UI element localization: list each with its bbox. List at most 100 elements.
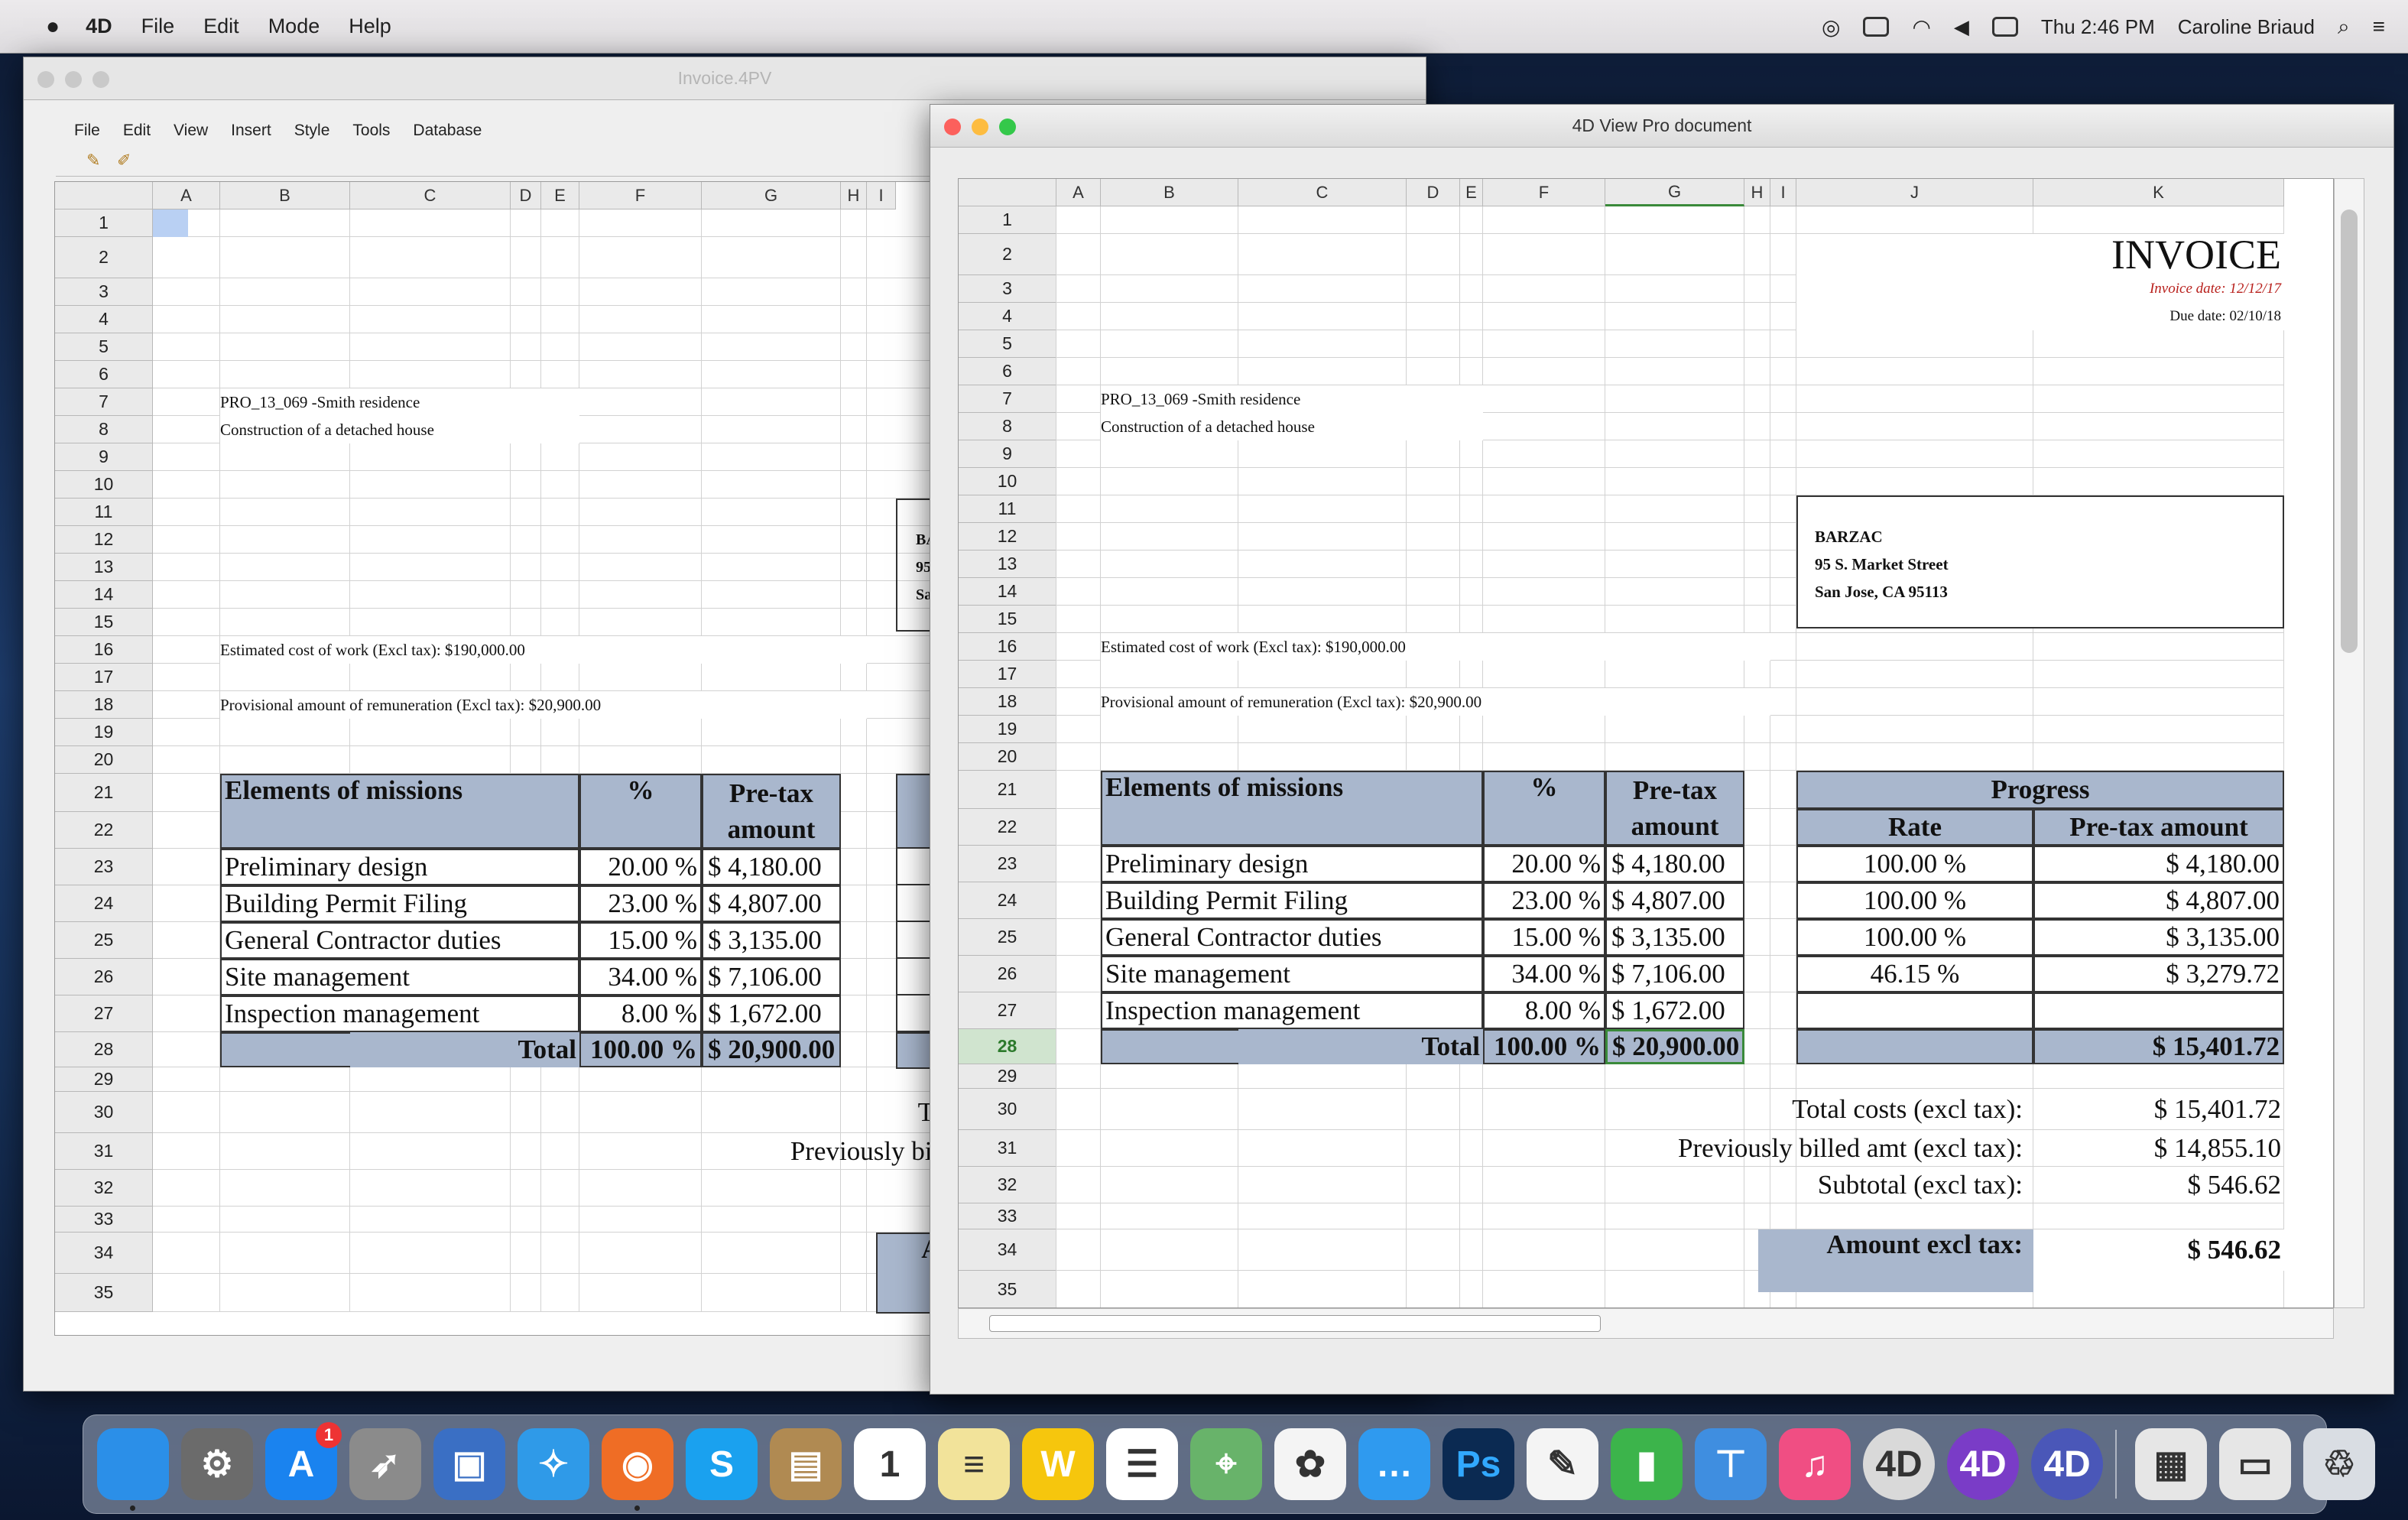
zoom-button[interactable] <box>92 71 109 88</box>
row-header-15[interactable]: 15 <box>959 606 1056 633</box>
row-header-26[interactable]: 26 <box>55 959 153 995</box>
row-header-1[interactable]: 1 <box>959 206 1056 234</box>
column-header-i[interactable]: I <box>1770 179 1796 206</box>
row-header-19[interactable]: 19 <box>959 716 1056 743</box>
row-header-18[interactable]: 18 <box>55 691 153 719</box>
row-header-35[interactable]: 35 <box>959 1271 1056 1307</box>
notification-center-icon[interactable]: ≡ <box>2373 15 2385 39</box>
column-header-e[interactable]: E <box>1460 179 1483 206</box>
row-header-12[interactable]: 12 <box>959 523 1056 551</box>
column-header-h[interactable]: H <box>841 182 867 209</box>
row-header-22[interactable]: 22 <box>959 809 1056 846</box>
trash-icon[interactable]: ♲ <box>2303 1428 2375 1500</box>
messages-icon[interactable]: … <box>1358 1428 1430 1500</box>
column-header-i[interactable]: I <box>867 182 896 209</box>
row-header-10[interactable]: 10 <box>55 471 153 499</box>
row-header-14[interactable]: 14 <box>959 578 1056 606</box>
back-spreadsheet-grid[interactable]: A B C D E F G H I 1 2 3 4 5 6 7 8 9 10 11 12 13 14 15 16 17 18 19 20… <box>54 181 964 1336</box>
row-header-33[interactable]: 33 <box>55 1207 153 1233</box>
downloads-folder-icon[interactable]: ▭ <box>2219 1428 2291 1500</box>
menu-file[interactable]: File <box>141 15 175 38</box>
volume-icon[interactable]: ◀ <box>1954 15 1969 39</box>
creative-cloud-icon[interactable]: ◎ <box>1822 15 1840 40</box>
zoom-button[interactable] <box>999 119 1016 135</box>
row-header-11[interactable]: 11 <box>55 499 153 526</box>
contacts-icon[interactable]: ▤ <box>770 1428 842 1500</box>
app-store-icon[interactable]: A1 <box>265 1422 342 1500</box>
row-header-19[interactable]: 19 <box>55 719 153 746</box>
4d-icon[interactable]: 4D <box>1947 1428 2019 1500</box>
row-header-34[interactable]: 34 <box>55 1233 153 1274</box>
column-header-d[interactable]: D <box>1407 179 1460 206</box>
column-header-k[interactable]: K <box>2033 179 2284 206</box>
row-header-16[interactable]: 16 <box>55 636 153 664</box>
brush-icon[interactable]: ✐ <box>117 151 131 171</box>
column-header-d[interactable]: D <box>511 182 541 209</box>
row-header-26[interactable]: 26 <box>959 956 1056 992</box>
front-window-titlebar[interactable]: 4D View Pro document <box>930 105 2393 148</box>
row-header-7[interactable]: 7 <box>959 385 1056 413</box>
column-header-f[interactable]: F <box>1483 179 1605 206</box>
format-painter-icon[interactable]: ✎ <box>86 151 100 171</box>
row-header-6[interactable]: 6 <box>55 361 153 388</box>
row-header-30[interactable]: 30 <box>959 1089 1056 1130</box>
spotlight-icon[interactable]: ⌕ <box>2338 15 2350 40</box>
row-header-4[interactable]: 4 <box>959 303 1056 330</box>
back-menu-database[interactable]: Database <box>413 122 482 140</box>
row-header-7[interactable]: 7 <box>55 388 153 416</box>
4d-write-icon[interactable]: W <box>1022 1428 1094 1500</box>
column-header-a[interactable]: A <box>1056 179 1101 206</box>
minimize-button[interactable] <box>972 119 988 135</box>
row-header-24[interactable]: 24 <box>55 885 153 922</box>
battery-icon[interactable] <box>1991 17 2018 37</box>
itunes-icon[interactable]: ♫ <box>1779 1428 1851 1500</box>
menu-help[interactable]: Help <box>349 15 391 38</box>
launchpad-icon[interactable]: ➶ <box>349 1428 421 1500</box>
row-header-21[interactable]: 21 <box>55 774 153 812</box>
row-header-25[interactable]: 25 <box>55 922 153 959</box>
column-header-a[interactable]: A <box>153 182 220 209</box>
row-header-2[interactable]: 2 <box>959 234 1056 275</box>
4d-installer-icon[interactable]: 4D <box>1863 1428 1935 1500</box>
front-window[interactable]: 4D View Pro document ABCDEFGHIJK12345678… <box>930 104 2394 1395</box>
row-header-25[interactable]: 25 <box>959 919 1056 956</box>
column-header-g[interactable]: G <box>1605 179 1744 206</box>
row-header-18[interactable]: 18 <box>959 688 1056 716</box>
close-button[interactable] <box>37 71 54 88</box>
numbers-icon[interactable]: ▮ <box>1611 1428 1683 1500</box>
column-header-f[interactable]: F <box>579 182 702 209</box>
row-header-20[interactable]: 20 <box>959 743 1056 771</box>
row-header-8[interactable]: 8 <box>55 416 153 443</box>
row-header-3[interactable]: 3 <box>959 275 1056 303</box>
row-header-35[interactable]: 35 <box>55 1274 153 1312</box>
row-header-23[interactable]: 23 <box>959 846 1056 882</box>
documents-folder-icon[interactable]: ▦ <box>2135 1428 2207 1500</box>
row-header-3[interactable]: 3 <box>55 278 153 306</box>
column-header-c[interactable]: C <box>1238 179 1407 206</box>
back-menu-insert[interactable]: Insert <box>231 122 271 140</box>
skype-icon[interactable]: S <box>686 1428 758 1500</box>
row-header-8[interactable]: 8 <box>959 413 1056 440</box>
column-header-b[interactable]: B <box>1101 179 1238 206</box>
row-header-9[interactable]: 9 <box>959 440 1056 468</box>
maps-icon[interactable]: ⌖ <box>1190 1428 1262 1500</box>
row-header-11[interactable]: 11 <box>959 495 1056 523</box>
row-header-20[interactable]: 20 <box>55 746 153 774</box>
row-header-12[interactable]: 12 <box>55 526 153 554</box>
reminders-icon[interactable]: ☰ <box>1106 1428 1178 1500</box>
system-preferences-icon[interactable]: ⚙ <box>181 1428 253 1500</box>
back-menu-style[interactable]: Style <box>294 122 330 140</box>
row-header-27[interactable]: 27 <box>55 995 153 1032</box>
finder-icon[interactable] <box>97 1428 169 1511</box>
back-menu-edit[interactable]: Edit <box>123 122 151 140</box>
row-header-31[interactable]: 31 <box>55 1133 153 1170</box>
row-header-29[interactable]: 29 <box>959 1064 1056 1089</box>
row-header-15[interactable]: 15 <box>55 609 153 636</box>
notes-icon[interactable]: ≡ <box>938 1428 1010 1500</box>
row-header-28[interactable]: 28 <box>55 1032 153 1067</box>
wifi-icon[interactable]: ◠ <box>1912 15 1930 40</box>
row-header-13[interactable]: 13 <box>959 551 1056 578</box>
safari-icon[interactable]: ✧ <box>518 1428 589 1500</box>
menu-edit[interactable]: Edit <box>203 15 239 38</box>
menu-clock[interactable]: Thu 2:46 PM <box>2041 15 2155 39</box>
